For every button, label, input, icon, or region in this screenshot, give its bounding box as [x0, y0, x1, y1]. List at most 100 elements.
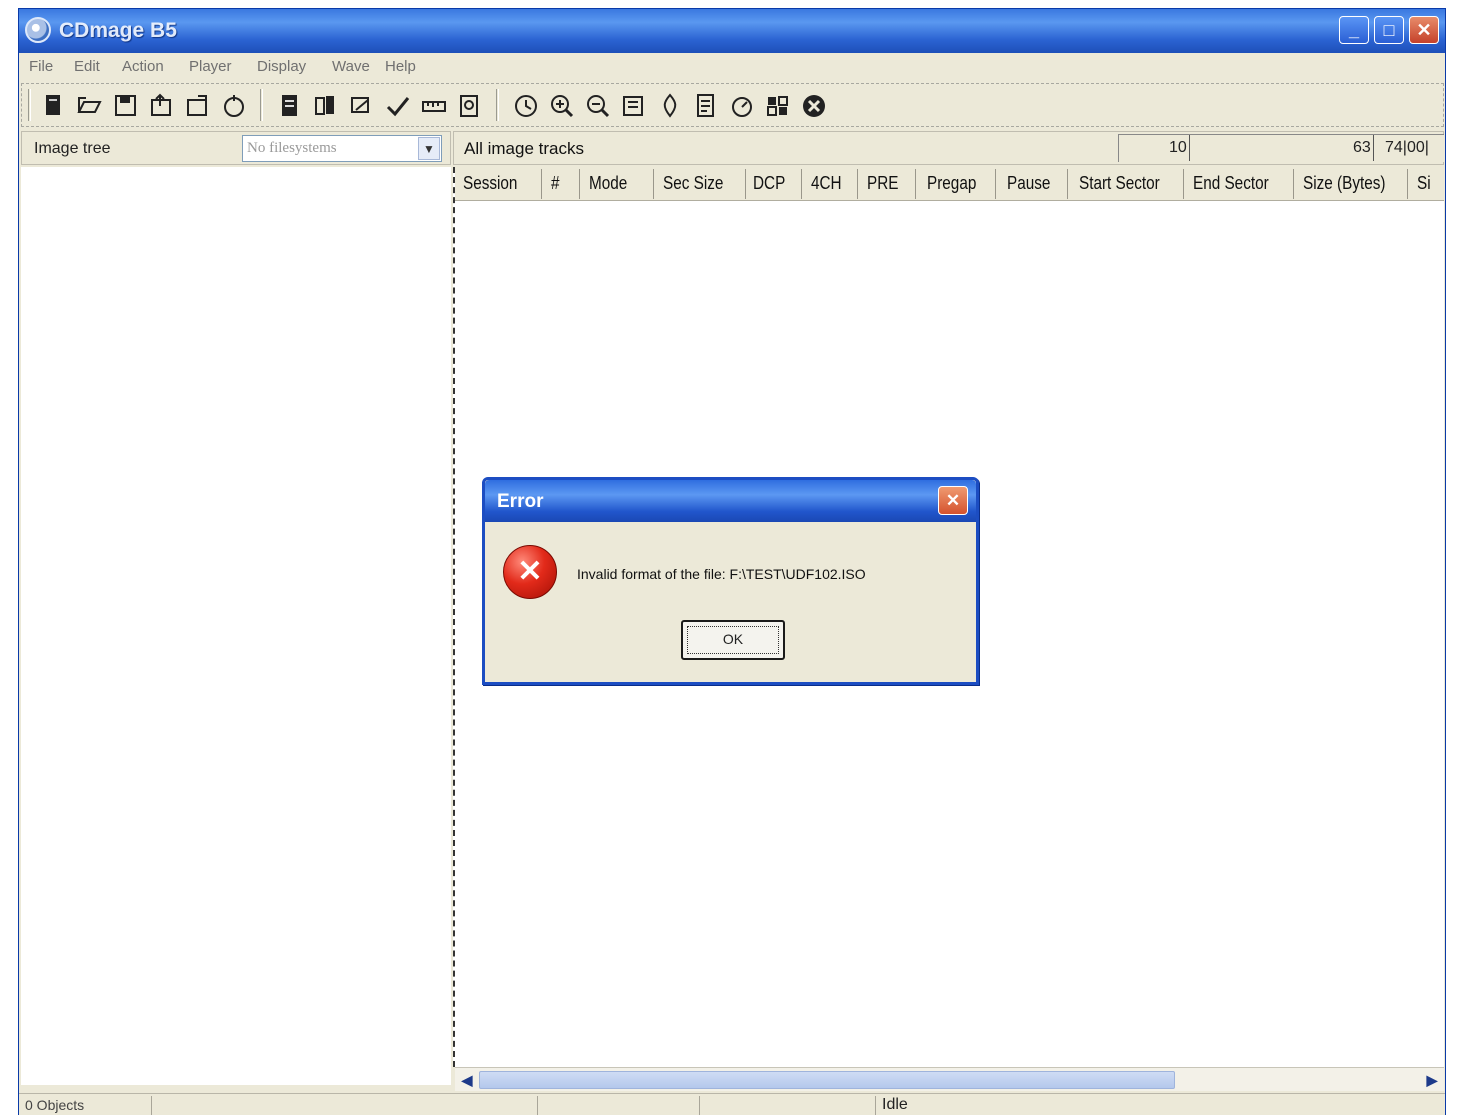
window-title: CDmage B5 [59, 19, 177, 42]
menu-bar: File Edit Action Player Display Wave Hel… [19, 53, 1445, 81]
dialog-close-button[interactable]: ✕ [938, 486, 968, 515]
column-mode[interactable]: Mode [589, 173, 627, 194]
track-edit-icon[interactable] [312, 92, 340, 120]
maximize-button[interactable]: □ [1374, 16, 1404, 44]
import-icon[interactable] [184, 92, 212, 120]
column-divider[interactable] [857, 169, 858, 199]
find-icon[interactable] [456, 92, 484, 120]
scroll-left-icon[interactable]: ◀ [457, 1070, 477, 1090]
open-icon[interactable] [76, 92, 104, 120]
minimize-button[interactable]: _ [1339, 16, 1369, 44]
dialog-title: Error [497, 491, 544, 512]
horizontal-scrollbar[interactable]: ◀ ▶ [455, 1067, 1444, 1091]
maximize-icon: □ [1383, 20, 1395, 40]
ruler-icon[interactable] [420, 92, 448, 120]
ruler-mark: 10 [1169, 139, 1187, 156]
image-tree-pane[interactable] [21, 167, 451, 1085]
save-icon[interactable] [112, 92, 140, 120]
doc-icon[interactable] [276, 92, 304, 120]
status-state: Idle [875, 1096, 1175, 1115]
ruler-mark: 74|00| [1385, 139, 1429, 156]
status-panel [537, 1096, 699, 1115]
stop-icon[interactable] [800, 92, 828, 120]
toolbar-separator [28, 89, 31, 121]
column-divider[interactable] [579, 169, 580, 199]
column-4ch[interactable]: 4CH [811, 173, 842, 194]
export-icon[interactable] [148, 92, 176, 120]
menu-edit[interactable]: Edit [74, 58, 100, 75]
dialog-title-bar[interactable]: Error ✕ [485, 480, 976, 522]
track-ruler: 10 63 74|00| [1118, 134, 1444, 162]
tracks-header: All image tracks 10 63 74|00| [453, 131, 1444, 165]
refresh-icon[interactable] [220, 92, 248, 120]
column-divider[interactable] [1067, 169, 1068, 199]
close-button[interactable]: ✕ [1409, 16, 1439, 44]
zoom-in-icon[interactable] [548, 92, 576, 120]
column-end-sector[interactable]: End Sector [1193, 173, 1269, 194]
minimize-icon: _ [1348, 20, 1359, 40]
scan-icon[interactable] [348, 92, 376, 120]
status-objects: 0 Objects [25, 1097, 85, 1113]
column-start-sector[interactable]: Start Sector [1079, 173, 1160, 194]
column-number[interactable]: # [551, 173, 560, 194]
error-icon: ✕ [503, 545, 557, 599]
column-pre[interactable]: PRE [867, 173, 898, 194]
toolbar-separator [496, 89, 499, 121]
timer-icon[interactable] [728, 92, 756, 120]
column-divider[interactable] [541, 169, 542, 199]
check-icon[interactable] [384, 92, 412, 120]
column-divider[interactable] [915, 169, 916, 199]
column-si[interactable]: Si [1417, 173, 1431, 194]
zoom-out-icon[interactable] [584, 92, 612, 120]
column-session[interactable]: Session [463, 173, 517, 194]
map-icon[interactable] [620, 92, 648, 120]
close-icon: ✕ [945, 491, 961, 510]
column-pause[interactable]: Pause [1007, 173, 1050, 194]
image-tree-title: Image tree [34, 140, 111, 157]
menu-file[interactable]: File [29, 58, 53, 75]
column-divider[interactable] [745, 169, 746, 199]
column-size-bytes[interactable]: Size (Bytes) [1303, 173, 1385, 194]
column-divider[interactable] [653, 169, 654, 199]
column-header-row: Session # Mode Sec Size DCP 4CH PRE Preg… [455, 167, 1444, 201]
status-bar: 0 Objects Idle [19, 1093, 1445, 1115]
toolbar-separator [260, 89, 263, 121]
column-sec-size[interactable]: Sec Size [663, 173, 723, 194]
scroll-right-icon[interactable]: ▶ [1422, 1070, 1442, 1090]
image-tree-header: Image tree No filesystems ▼ [21, 131, 451, 165]
menu-action[interactable]: Action [122, 58, 164, 75]
grid-icon[interactable] [764, 92, 792, 120]
tracks-title: All image tracks [464, 139, 584, 158]
menu-player[interactable]: Player [189, 58, 232, 75]
filesystem-value: No filesystems [247, 140, 337, 156]
filesystem-select[interactable]: No filesystems ▼ [242, 135, 442, 162]
new-icon[interactable] [40, 92, 68, 120]
status-panel [699, 1096, 875, 1115]
menu-wave[interactable]: Wave [332, 58, 370, 75]
column-pregap[interactable]: Pregap [927, 173, 976, 194]
ok-button[interactable]: OK [681, 620, 785, 660]
ruler-divider [1189, 135, 1190, 161]
dialog-message: Invalid format of the file: F:\TEST\UDF1… [577, 566, 866, 582]
toolbar [21, 83, 1444, 127]
ruler-mark: 63 [1353, 139, 1371, 156]
column-divider[interactable] [1293, 169, 1294, 199]
title-bar[interactable]: CDmage B5 _ □ ✕ [19, 9, 1445, 53]
column-divider[interactable] [801, 169, 802, 199]
scroll-thumb[interactable] [479, 1071, 1175, 1089]
menu-help[interactable]: Help [385, 58, 416, 75]
column-divider[interactable] [995, 169, 996, 199]
column-dcp[interactable]: DCP [753, 173, 785, 194]
page-icon[interactable] [692, 92, 720, 120]
error-dialog: Error ✕ ✕ Invalid format of the file: F:… [482, 477, 979, 685]
column-divider[interactable] [1407, 169, 1408, 199]
chevron-down-icon[interactable]: ▼ [418, 137, 440, 160]
close-icon: ✕ [1416, 20, 1432, 40]
status-panel [151, 1096, 537, 1115]
clock-icon[interactable] [512, 92, 540, 120]
app-icon [25, 17, 51, 43]
column-divider[interactable] [1183, 169, 1184, 199]
menu-display[interactable]: Display [257, 58, 306, 75]
ruler-divider [1373, 135, 1374, 161]
fire-icon[interactable] [656, 92, 684, 120]
